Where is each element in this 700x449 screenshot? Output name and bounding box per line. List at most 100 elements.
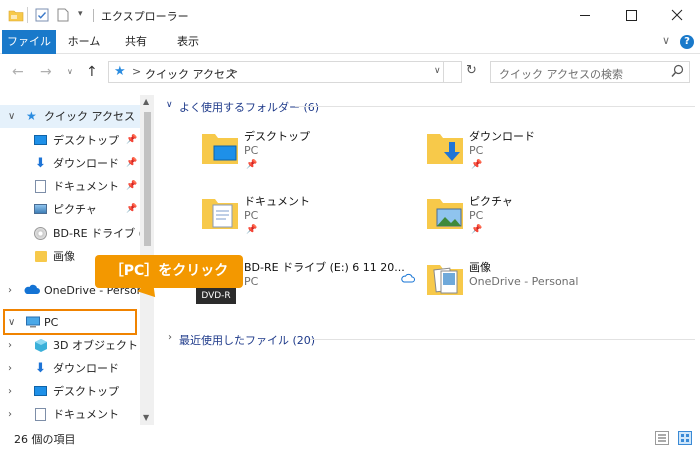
pin-icon: 📌: [246, 160, 258, 170]
desktop-folder-icon: [200, 128, 240, 171]
nav-item-label: ピクチャ: [53, 203, 97, 216]
nav-item-downloads[interactable]: ⬇ ダウンロード 📌: [0, 152, 140, 175]
star-icon: ★: [114, 64, 126, 79]
scrollbar-thumb[interactable]: [144, 112, 151, 246]
tab-file[interactable]: ファイル: [2, 30, 56, 54]
folder-tile-documents[interactable]: ドキュメント PC 📌: [200, 193, 410, 249]
cube-icon: [33, 334, 49, 357]
divider: [93, 9, 94, 22]
maximize-icon: [626, 10, 637, 21]
back-arrow-icon[interactable]: ←: [12, 64, 24, 80]
divider: [295, 106, 695, 107]
cloud-icon: [24, 279, 40, 302]
folder-icon[interactable]: [8, 8, 24, 25]
tab-home[interactable]: ホーム: [62, 30, 106, 54]
chevron-right-icon[interactable]: ›: [8, 279, 18, 302]
title-bar: ▾ エクスプローラー: [0, 0, 700, 30]
nav-item-pc-documents[interactable]: › ドキュメント: [0, 403, 140, 425]
tooltip: DVD-R: [196, 288, 236, 304]
large-icons-view-icon[interactable]: [678, 431, 692, 448]
folder-name: ダウンロード: [469, 130, 535, 143]
image-folder-icon: [425, 259, 465, 302]
scroll-down-icon[interactable]: ▼: [143, 413, 149, 422]
pin-icon[interactable]: 📌: [126, 198, 137, 221]
scroll-up-icon[interactable]: ▲: [143, 97, 149, 106]
folder-name: BD-RE ドライブ (E:) 6 11 20...: [244, 261, 405, 274]
breadcrumb-quick-access[interactable]: クイック アクセス: [145, 66, 236, 82]
close-button[interactable]: [654, 0, 700, 30]
nav-item-pictures[interactable]: ピクチャ 📌: [0, 198, 140, 221]
download-folder-icon: [425, 128, 465, 171]
divider: [443, 62, 444, 82]
desktop-icon: [34, 386, 47, 396]
pin-icon[interactable]: 📌: [126, 129, 137, 152]
nav-item-3d-objects[interactable]: › 3D オブジェクト: [0, 334, 140, 357]
folder-tile-desktop[interactable]: デスクトップ PC 📌: [200, 128, 410, 184]
chevron-right-icon[interactable]: ›: [8, 403, 18, 425]
recent-locations-icon[interactable]: ∨: [67, 67, 73, 76]
help-icon[interactable]: ?: [680, 35, 694, 49]
minimize-button[interactable]: [562, 0, 608, 30]
folder-location: PC: [244, 275, 259, 288]
minimize-icon: [580, 15, 590, 16]
chevron-down-icon[interactable]: ∨: [166, 100, 173, 110]
frequent-folders-header[interactable]: よく使用するフォルダー (6): [179, 99, 319, 115]
document-icon: [35, 180, 46, 193]
folder-icon: [35, 251, 47, 262]
nav-item-quick-access[interactable]: ∨ ★ クイック アクセス: [0, 105, 140, 128]
desktop-icon: [34, 135, 47, 145]
chevron-right-icon[interactable]: ›: [8, 334, 18, 357]
nav-item-label: 画像: [53, 250, 75, 263]
picture-folder-icon: [425, 193, 465, 236]
nav-item-pc-desktop[interactable]: › デスクトップ: [0, 380, 140, 403]
address-bar[interactable]: ★ > クイック アクセス > ∨: [108, 61, 462, 83]
maximize-button[interactable]: [608, 0, 654, 30]
folder-name: デスクトップ: [244, 130, 310, 143]
chevron-down-icon[interactable]: ∨: [662, 34, 670, 47]
search-input[interactable]: クイック アクセスの検索: [499, 66, 623, 82]
pin-icon[interactable]: 📌: [126, 152, 137, 175]
pin-icon: 📌: [246, 225, 258, 235]
folder-name: 画像: [469, 261, 491, 274]
nav-item-desktop[interactable]: デスクトップ 📌: [0, 129, 140, 152]
callout-text: ［PC］をクリック: [109, 263, 229, 279]
nav-item-label: クイック アクセス: [44, 110, 135, 123]
breadcrumb-separator: >: [132, 65, 142, 78]
divider: [27, 7, 28, 23]
nav-item-documents[interactable]: ドキュメント 📌: [0, 175, 140, 198]
cloud-status-icon: [401, 273, 415, 286]
chevron-down-icon[interactable]: ∨: [8, 105, 18, 128]
nav-item-label: デスクトップ: [53, 134, 119, 147]
forward-arrow-icon[interactable]: →: [40, 64, 52, 80]
tab-view[interactable]: 表示: [166, 30, 210, 54]
chevron-right-icon[interactable]: ›: [8, 380, 18, 403]
nav-item-pc-downloads[interactable]: › ⬇ ダウンロード: [0, 357, 140, 380]
folder-tile-downloads[interactable]: ダウンロード PC 📌: [425, 128, 635, 184]
folder-name: ドキュメント: [244, 195, 310, 208]
folder-tile-pictures[interactable]: ピクチャ PC 📌: [425, 193, 635, 249]
close-icon: [671, 9, 683, 21]
address-dropdown-icon[interactable]: ∨: [434, 66, 441, 76]
search-icon[interactable]: [671, 64, 684, 81]
properties-icon[interactable]: [35, 8, 49, 25]
item-count: 26 個の項目: [14, 433, 76, 446]
customize-toolbar-icon[interactable]: ▾: [78, 9, 83, 19]
folder-location: OneDrive - Personal: [469, 275, 579, 288]
chevron-right-icon[interactable]: ›: [168, 332, 172, 343]
nav-item-bd-re-drive[interactable]: BD-RE ドライブ (E:: [0, 222, 140, 245]
pin-icon[interactable]: 📌: [126, 175, 137, 198]
tab-share[interactable]: 共有: [114, 30, 158, 54]
recent-files-header[interactable]: 最近使用したファイル (20): [179, 332, 315, 348]
breadcrumb-separator: >: [229, 65, 239, 78]
details-view-icon[interactable]: [655, 431, 669, 448]
folder-tile-images[interactable]: 画像 OneDrive - Personal: [401, 259, 635, 315]
folder-name: ピクチャ: [469, 195, 513, 208]
search-box[interactable]: クイック アクセスの検索: [490, 61, 690, 83]
download-icon: ⬇: [35, 361, 46, 376]
new-folder-icon[interactable]: [56, 8, 70, 25]
folder-location: PC: [469, 144, 484, 157]
chevron-right-icon[interactable]: ›: [8, 357, 18, 380]
window-title: エクスプローラー: [101, 10, 189, 23]
up-arrow-icon[interactable]: ↑: [86, 64, 98, 80]
refresh-icon[interactable]: ↻: [466, 63, 477, 78]
